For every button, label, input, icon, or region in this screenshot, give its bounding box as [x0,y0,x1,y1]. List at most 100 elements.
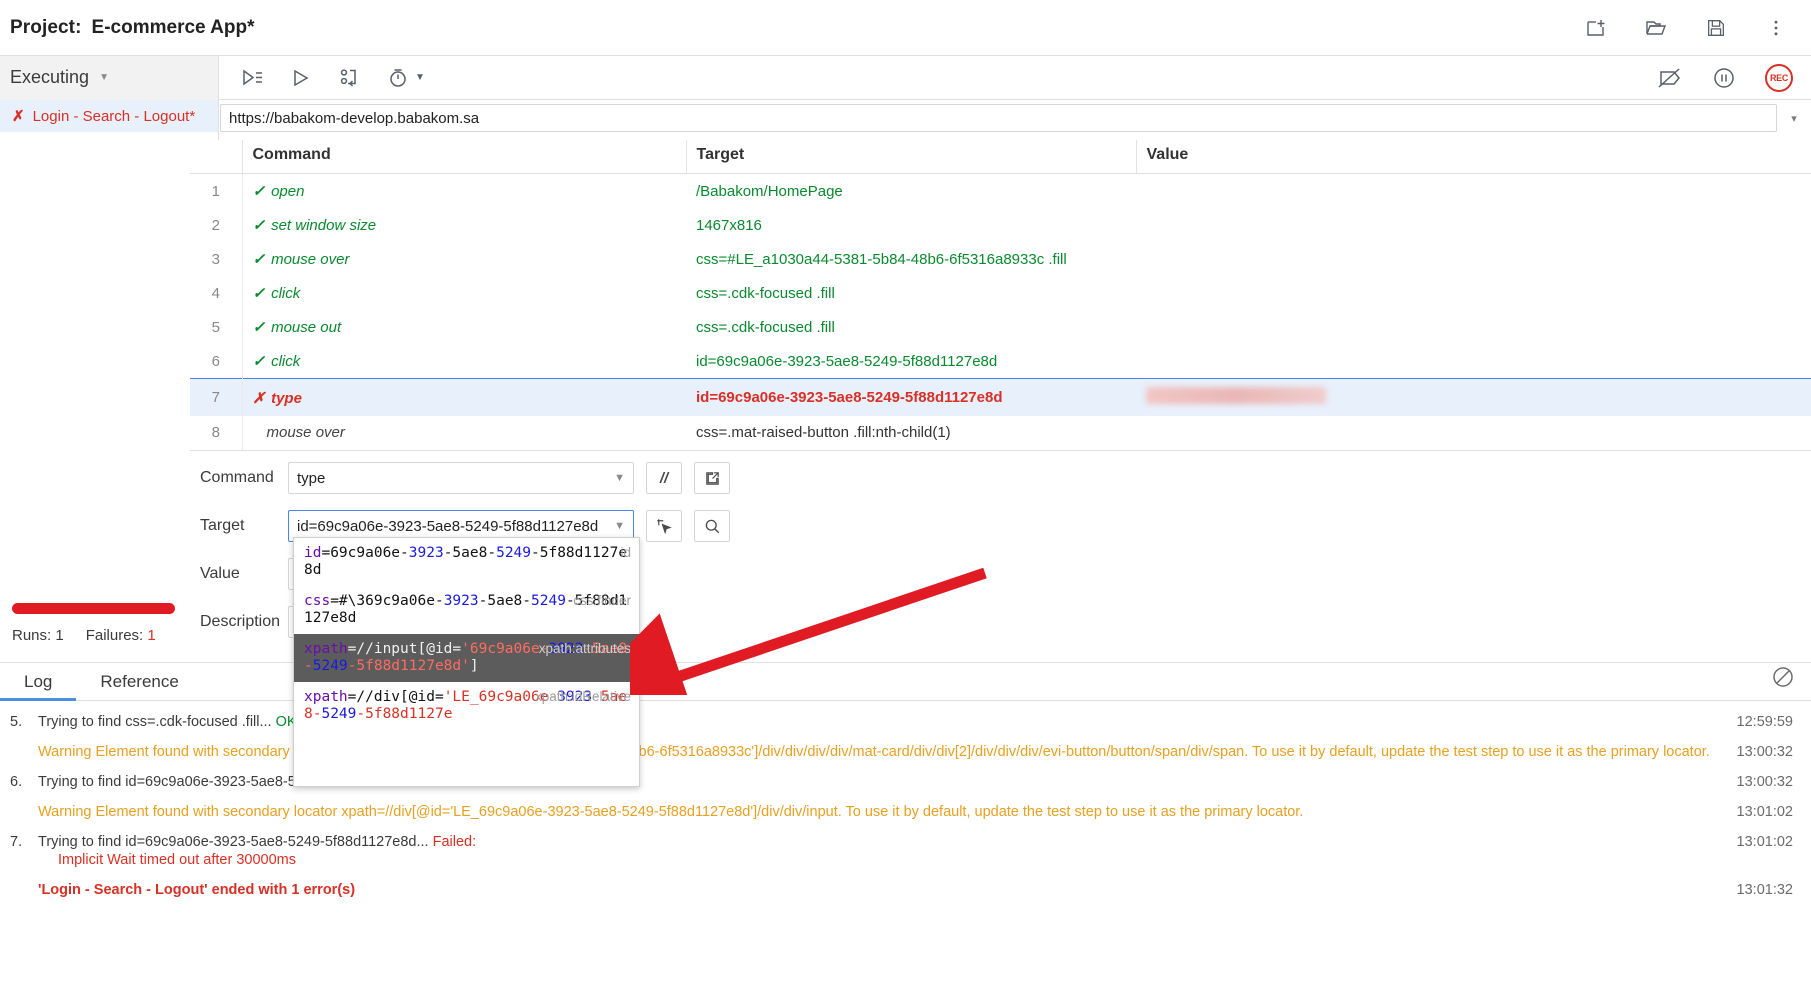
log-line-detail: Implicit Wait timed out after 30000ms [58,852,296,868]
disable-breakpoints-icon[interactable] [1655,66,1683,90]
locator-option[interactable]: xpath=//input[@id='69c9a06e-3923-5ae8-52… [294,634,639,682]
target-locator-dropdown[interactable]: id=69c9a06e-3923-5ae8-5249-5f88d1127e8d i… [293,537,640,787]
row-target[interactable]: css=.cdk-focused .fill [686,276,1136,310]
row-value[interactable] [1136,310,1811,344]
table-row[interactable]: 1 ✓ open/Babakom/HomePage [190,173,1811,209]
row-value[interactable] [1136,416,1811,449]
row-command[interactable]: ✓ click [241,344,686,379]
log-line-timestamp: 13:00:32 [1736,774,1793,790]
row-command-text: set window size [271,217,377,234]
row-index: 1 [211,182,220,200]
row-index: 4 [211,284,220,302]
row-command[interactable]: ✓ click [241,276,686,310]
locator-strategy-label: id [620,545,631,560]
row-command[interactable]: mouse over [241,416,686,449]
step-failed-icon: ✗ [252,389,266,407]
table-row[interactable]: 6 ✓ click id=69c9a06e-3923-5ae8-5249-5f88d1… [190,344,1811,379]
log-line: Warning Element found with secondary loc… [0,737,1811,767]
description-field-label: Description [200,613,281,630]
title-bar-actions [1583,15,1789,41]
log-line-timestamp: 13:00:32 [1736,744,1793,760]
commands-table: Command Target Value 1 ✓ open/Babakom/Home… [190,140,1811,450]
row-target[interactable]: 1467x816 [686,208,1136,242]
log-lines: 5. Trying to find css=.cdk-focused .fill.… [0,701,1811,905]
command-field-label: Command [200,469,274,486]
row-command[interactable]: ✓ mouse out [241,310,686,344]
runs-stat: Runs: 1 [12,627,64,644]
table-row[interactable]: 8 mouse over css=.mat-raised-button .fill:… [190,416,1811,449]
toggle-comment-button[interactable]: // [646,462,682,494]
save-project-icon[interactable] [1703,15,1729,41]
run-all-tests-icon[interactable] [239,65,265,91]
test-failed-icon: ✗ [12,108,25,125]
execution-speed-icon[interactable]: ▼ [387,66,425,90]
execution-mode-selector[interactable]: Executing ▼ [0,55,219,100]
base-url-input[interactable] [220,104,1777,132]
locator-strategy-label: xpath:idRelative [534,689,631,704]
run-current-test-icon[interactable] [289,66,313,90]
locator-option[interactable]: xpath=//div[@id='LE_69c9a06e-3923-5ae8-5… [294,682,639,730]
table-row[interactable]: 2 ✓ set window size 1467x816 [190,208,1811,242]
row-target[interactable]: id=69c9a06e-3923-5ae8-5249-5f88d1127e8d [686,379,1136,417]
row-target[interactable]: css=#LE_a1030a44-5381-5b84-48b6-6f5316a8… [686,242,1136,276]
table-row[interactable]: 7 ✗ type id=69c9a06e-3923-5ae8-5249-5f88d11… [190,378,1811,417]
sidebar-item-test[interactable]: ✗ Login - Search - Logout* [0,100,218,132]
new-project-icon[interactable] [1583,15,1609,41]
row-index: 7 [211,389,220,406]
row-command[interactable]: ✗ type [241,378,686,416]
row-value[interactable] [1136,276,1811,310]
row-target[interactable]: css=.mat-raised-button .fill:nth-child(1… [686,416,1136,449]
base-url-history-chevron-icon[interactable]: ▾ [1777,112,1811,125]
log-line-text: Trying to find id=69c9a06e-3923-5ae8-524… [38,774,429,790]
row-command[interactable]: ✓ mouse over [241,242,686,276]
row-command-text: click [271,353,301,370]
record-button[interactable]: REC [1765,63,1793,92]
table-row[interactable]: 4 ✓ click css=.cdk-focused .fill [190,276,1811,310]
find-target-icon[interactable] [694,510,730,542]
row-command[interactable]: ✓ set window size [241,208,686,242]
row-target[interactable]: id=69c9a06e-3923-5ae8-5249-5f88d1127e8d [686,344,1136,379]
row-index: 2 [211,216,220,234]
tab-log[interactable]: Log [0,672,77,701]
row-index: 8 [211,424,220,441]
step-passed-icon: ✓ [252,251,266,268]
locator-option[interactable]: css=#\369c9a06e-3923-5ae8-5249-5f88d1127… [294,586,639,634]
pause-icon[interactable] [1711,65,1737,91]
tab-reference[interactable]: Reference [76,672,202,700]
main-toolbar: Executing ▼ ▼ REC [0,55,1811,100]
runs-label: Runs: [12,627,52,644]
log-line-number: 7. [10,834,23,850]
step-passed-icon: ✓ [252,319,266,336]
row-command[interactable]: ✓ open [241,173,686,208]
more-options-icon[interactable] [1763,15,1789,41]
redacted-value [1146,387,1326,404]
title-bar: Project: E-commerce App* [0,0,1811,56]
row-target[interactable]: css=.cdk-focused .fill [686,310,1136,344]
open-project-icon[interactable] [1643,15,1669,41]
row-value[interactable] [1136,174,1811,209]
table-row[interactable]: 3 ✓ mouse over css=#LE_a1030a44-5381-5b84-4… [190,242,1811,276]
row-index: 5 [211,318,220,336]
log-line-text: 'Login - Search - Logout' ended with 1 e… [38,882,356,898]
row-command-text: mouse out [271,319,342,336]
row-value[interactable] [1136,344,1811,379]
execution-mode-label: Executing [10,67,90,87]
select-target-icon[interactable] [646,510,682,542]
row-value[interactable] [1136,208,1811,242]
open-external-icon[interactable] [694,462,730,494]
row-value[interactable] [1136,379,1811,417]
log-line: 7. Trying to find id=69c9a06e-3923-5ae8-5… [0,827,1811,875]
commands-table-container[interactable]: Command Target Value 1 ✓ open/Babakom/Home… [190,140,1811,450]
row-value[interactable] [1136,242,1811,276]
col-target: Target [685,140,1136,174]
locator-option[interactable]: id=69c9a06e-3923-5ae8-5249-5f88d1127e8d i… [294,538,639,586]
step-over-icon[interactable] [337,65,363,91]
step-passed-icon: ✓ [252,183,266,200]
row-target[interactable]: /Babakom/HomePage [686,174,1136,209]
table-row[interactable]: 5 ✓ mouse out css=.cdk-focused .fill [190,310,1811,344]
failures-label: Failures: [85,627,144,644]
clear-log-icon[interactable] [1771,665,1795,694]
command-input[interactable]: type ▼ [288,462,634,494]
locator-strategy-label: xpath:attributes [538,641,631,656]
failure-progress-bar [12,603,175,614]
